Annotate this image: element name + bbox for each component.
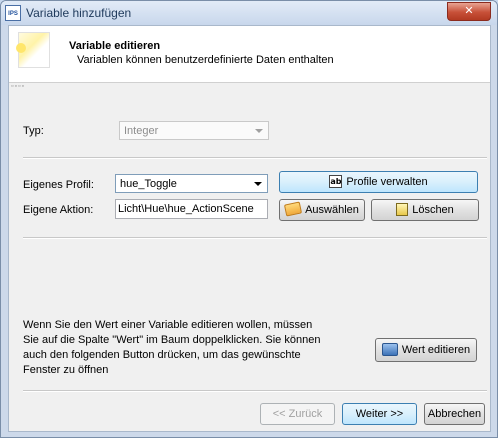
profile-label: Eigenes Profil: [23,179,94,191]
edit-value-label: Wert editieren [401,344,471,356]
action-label: Eigene Aktion: [23,204,94,216]
typ-select[interactable]: Integer [119,121,269,140]
manage-profiles-label: Profile verwalten [346,176,428,188]
title-bar[interactable]: IPS Variable hinzufügen ✕ [1,1,497,25]
delete-action-label: Löschen [412,204,454,216]
chevron-down-icon [254,182,262,186]
select-action-button[interactable]: Auswählen [279,199,365,221]
action-field[interactable]: Licht\Hue\hue_ActionScene [115,199,268,219]
wizard-page-icon [16,32,50,68]
header-title: Variable editieren [69,40,161,52]
separator [23,157,487,159]
close-button[interactable]: ✕ [447,2,491,21]
separator [23,237,487,239]
info-text: Wenn Sie den Wert einer Variable editier… [23,319,321,376]
typ-value: Integer [124,125,159,137]
select-action-label: Auswählen [305,204,359,216]
chevron-down-icon [255,129,263,133]
typ-label: Typ: [23,125,44,137]
cancel-button[interactable]: Abbrechen [424,403,485,425]
profile-value: hue_Toggle [120,178,177,190]
window-title: Variable hinzufügen [26,6,132,20]
separator [23,390,487,392]
edit-value-button[interactable]: Wert editieren [375,338,477,362]
next-button[interactable]: Weiter >> [342,403,417,425]
ips-app-icon: IPS [5,5,21,21]
resize-grip: ▫▫▫▫ [11,83,25,90]
wizard-header: Variable editieren Variablen können benu… [9,26,490,83]
manage-profiles-button[interactable]: ab Profile verwalten [279,171,478,193]
ab-text-icon: ab [329,174,343,188]
edit-window-icon [381,342,398,356]
trash-icon [396,202,409,216]
header-subtitle: Variablen können benutzerdefinierte Date… [77,54,334,66]
delete-action-button[interactable]: Löschen [371,199,479,221]
folder-icon [284,201,303,217]
back-button[interactable]: << Zurück [260,403,335,425]
dialog-body: Variable editieren Variablen können benu… [8,25,491,432]
profile-select[interactable]: hue_Toggle [115,174,268,193]
dialog-window: IPS Variable hinzufügen ✕ Variable editi… [0,0,498,438]
